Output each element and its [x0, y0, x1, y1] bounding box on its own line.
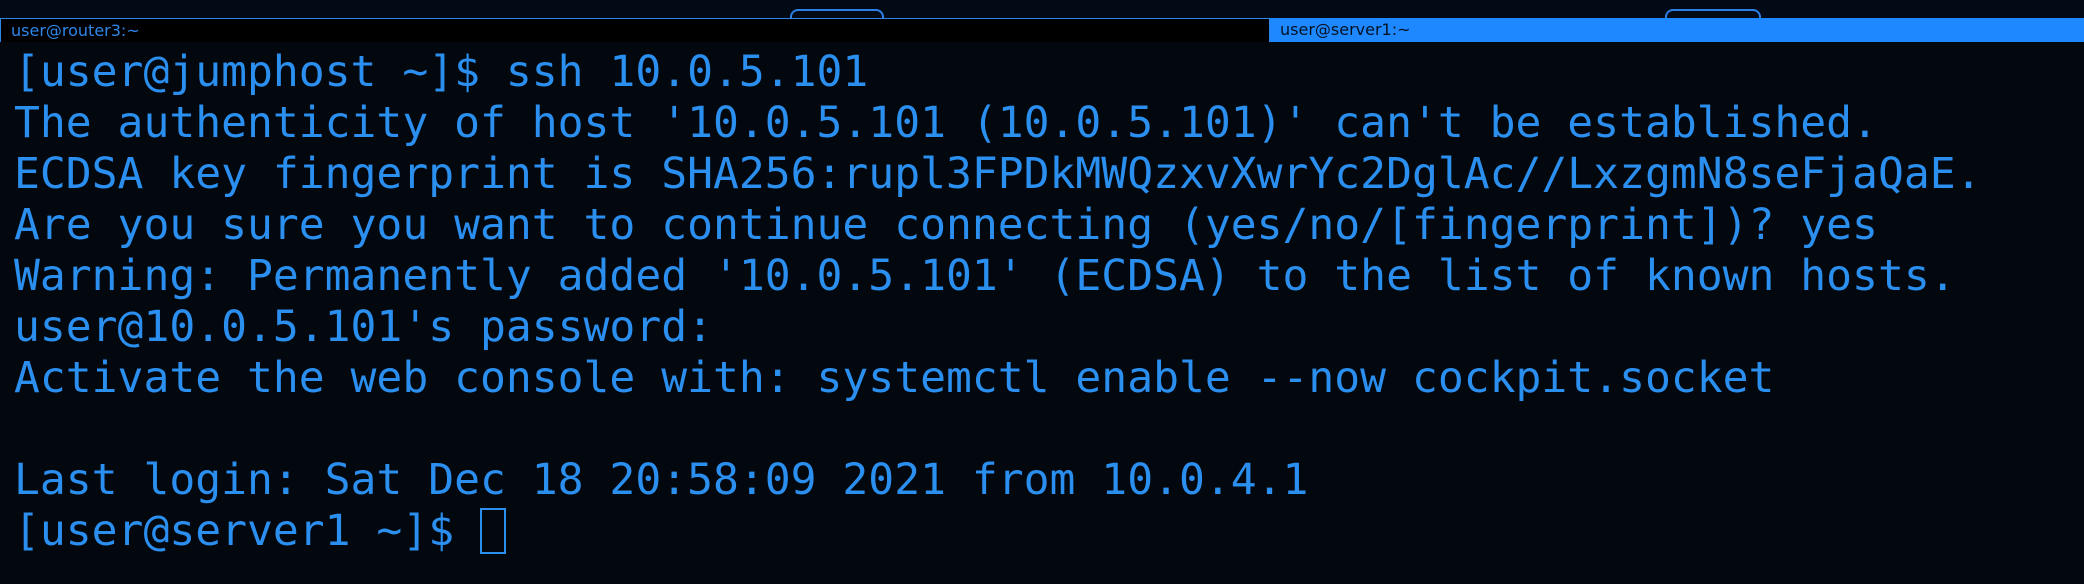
text-cursor-icon — [480, 508, 506, 554]
tab-server1[interactable]: user@server1:~ — [1270, 18, 2084, 42]
terminal-line-confirmation: Are you sure you want to continue connec… — [14, 200, 1878, 250]
terminal-line-web-console: Activate the web console with: systemctl… — [14, 353, 1775, 403]
terminal-line-fingerprint: ECDSA key fingerprint is SHA256:rupl3FPD… — [14, 149, 1982, 199]
terminal-line-warning: Warning: Permanently added '10.0.5.101' … — [14, 251, 1956, 301]
tab-router3[interactable]: user@router3:~ — [0, 18, 1270, 42]
shell-prompt: [user@server1 ~]$ — [14, 506, 480, 556]
terminal-line-password-prompt: user@10.0.5.101's password: — [14, 302, 713, 352]
tab-bar: user@router3:~ user@server1:~ — [0, 0, 2084, 42]
terminal-current-prompt[interactable]: [user@server1 ~]$ — [14, 506, 506, 557]
terminal-line-ssh-command: [user@jumphost ~]$ ssh 10.0.5.101 — [14, 47, 869, 97]
terminal-line-last-login: Last login: Sat Dec 18 20:58:09 2021 fro… — [14, 455, 1309, 505]
terminal-line-authenticity: The authenticity of host '10.0.5.101 (10… — [14, 98, 1878, 148]
terminal-window[interactable]: [user@jumphost ~]$ ssh 10.0.5.101 The au… — [0, 42, 2084, 584]
